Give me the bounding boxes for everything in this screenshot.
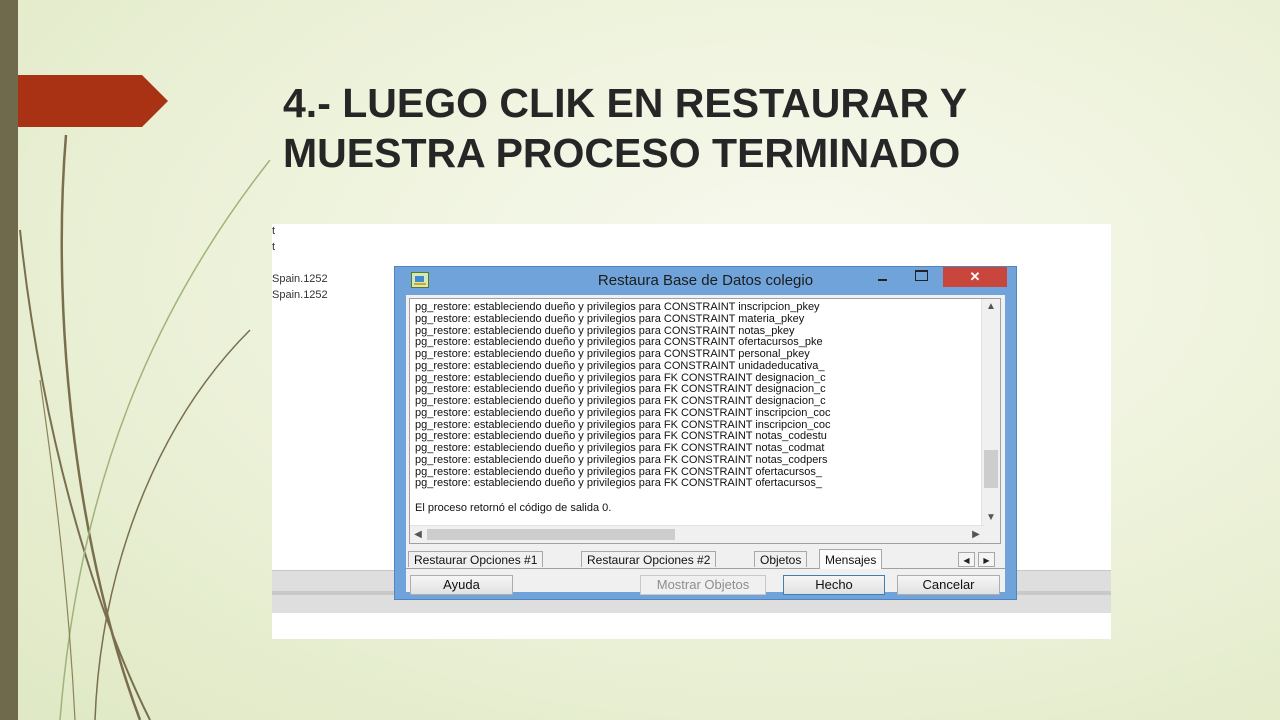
log-line: pg_restore: estableciendo dueño y privil… [415, 453, 828, 466]
close-button[interactable]: ✕ [943, 267, 1007, 287]
log-line: pg_restore: estableciendo dueño y privil… [415, 442, 825, 454]
slide-title-line-1: 4.- LUEGO CLIK EN RESTAURAR Y [283, 80, 968, 126]
log-lines: pg_restore: estableciendo dueño y privil… [415, 302, 970, 490]
minimize-button[interactable] [869, 267, 895, 287]
cancel-button[interactable]: Cancelar [897, 575, 1000, 595]
embedded-screenshot: t t Spain.1252 Spain.1252 Restaura Base … [272, 224, 1111, 639]
done-button[interactable]: Hecho [783, 575, 885, 595]
log-line: pg_restore: estableciendo dueño y privil… [415, 406, 831, 419]
restore-dialog: Restaura Base de Datos colegio ✕ pg_rest… [394, 266, 1017, 600]
maximize-button[interactable] [908, 267, 934, 287]
vertical-scroll-thumb[interactable] [984, 450, 998, 489]
background-text-line: t [272, 225, 276, 237]
tab-scroll-left-icon[interactable]: ◀ [958, 552, 975, 567]
help-button[interactable]: Ayuda [410, 575, 513, 595]
dialog-client-area: pg_restore: estableciendo dueño y privil… [406, 295, 1005, 595]
scroll-left-arrow-icon[interactable]: ◀ [410, 526, 426, 543]
tab-mensajes[interactable]: Mensajes [819, 549, 883, 569]
horizontal-scroll-thumb[interactable] [427, 529, 675, 540]
tab-objetos[interactable]: Objetos [754, 551, 808, 567]
accent-arrow-shape [18, 75, 168, 127]
background-text-line: t [272, 241, 276, 253]
log-line: pg_restore: estableciendo dueño y privil… [415, 302, 820, 313]
slide-title-line-2: MUESTRA PROCESO TERMINADO [283, 130, 961, 176]
scroll-up-arrow-icon[interactable]: ▲ [982, 299, 1000, 315]
tab-restaurar-opciones-2[interactable]: Restaurar Opciones #2 [581, 551, 717, 567]
dialog-tabs: Restaurar Opciones #1 Restaurar Opciones… [406, 548, 1005, 569]
log-line: pg_restore: estableciendo dueño y privil… [415, 395, 826, 407]
messages-log[interactable]: pg_restore: estableciendo dueño y privil… [409, 298, 1001, 544]
scrollbar-corner [982, 526, 1000, 543]
show-objects-button[interactable]: Mostrar Objetos [640, 575, 766, 595]
background-text-line: Spain.1252 [272, 273, 328, 285]
title-accent-arrow [18, 75, 168, 127]
log-line: pg_restore: estableciendo dueño y privil… [415, 348, 810, 360]
log-line: pg_restore: estableciendo dueño y privil… [415, 312, 805, 325]
log-line: pg_restore: estableciendo dueño y privil… [415, 359, 825, 372]
tab-scroll-right-icon[interactable]: ▶ [978, 552, 995, 567]
tab-restaurar-opciones-1[interactable]: Restaurar Opciones #1 [408, 551, 544, 567]
scroll-down-arrow-icon[interactable]: ▼ [982, 510, 1000, 526]
background-text-line: Spain.1252 [272, 289, 328, 301]
dialog-titlebar[interactable]: Restaura Base de Datos colegio ✕ [395, 267, 1016, 295]
horizontal-scrollbar[interactable]: ◀ ▶ [410, 525, 984, 543]
exit-code-message: El proceso retornó el código de salida 0… [415, 502, 612, 514]
vertical-scrollbar[interactable]: ▲ ▼ [981, 299, 1000, 526]
log-line: pg_restore: estableciendo dueño y privil… [415, 477, 822, 490]
slide-title: 4.- LUEGO CLIK EN RESTAURAR Y MUESTRA PR… [283, 78, 1183, 178]
